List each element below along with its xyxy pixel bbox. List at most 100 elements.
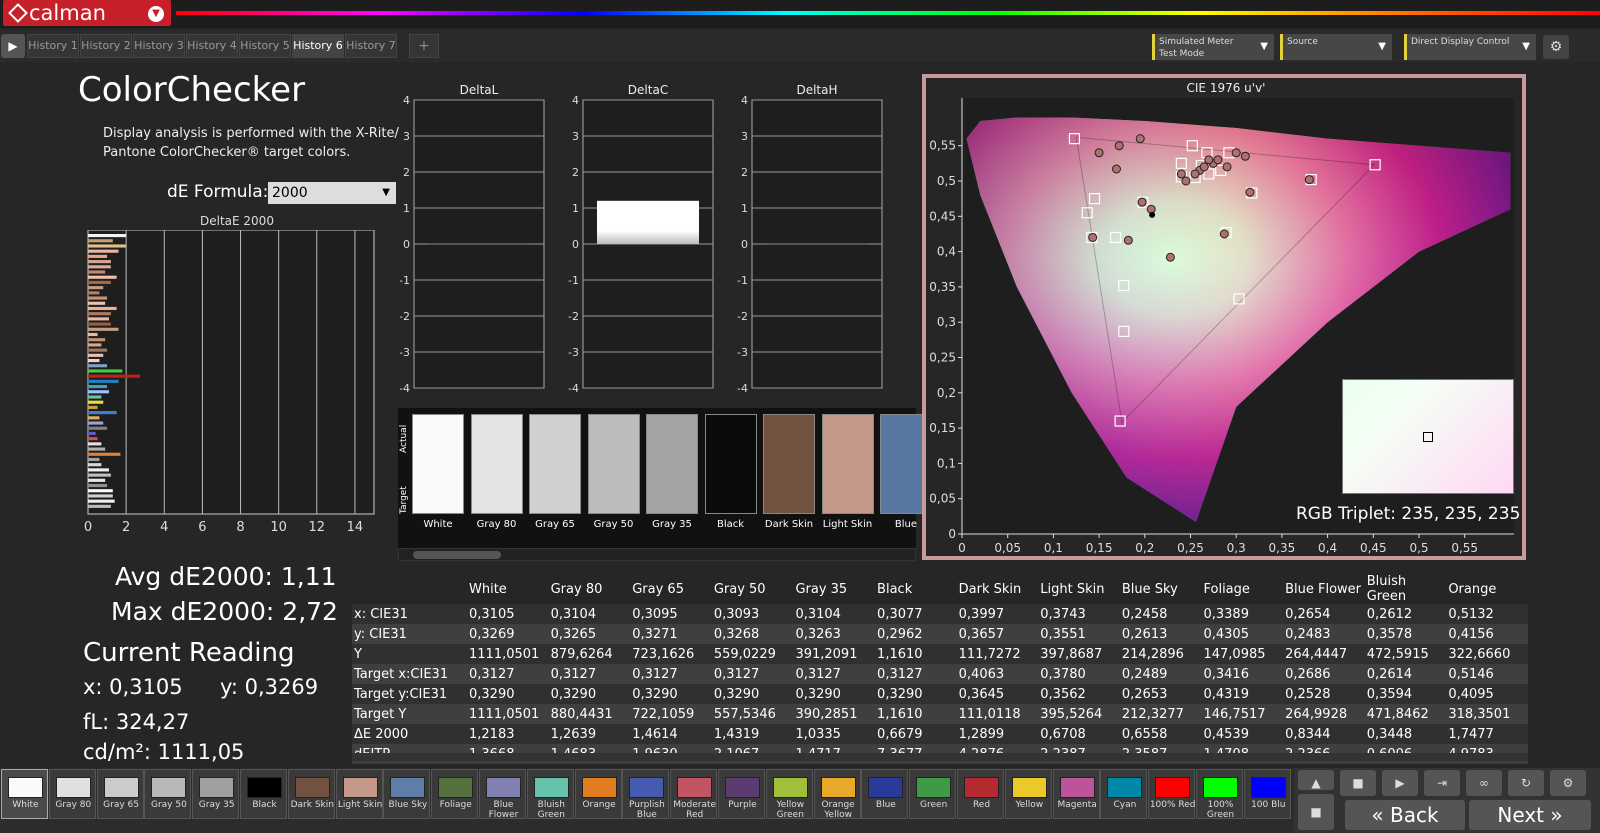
patch-button-bluish-green[interactable]: Bluish Green xyxy=(526,769,574,820)
play-icon[interactable]: ▶ xyxy=(1,34,25,58)
table-cell: 1,2183 xyxy=(467,724,549,744)
loop-icon[interactable]: ∞ xyxy=(1466,770,1502,796)
table-cell: 0,2686 xyxy=(1283,664,1365,684)
table-cell: 0,3416 xyxy=(1201,664,1284,684)
delta-y-tick: 0 xyxy=(741,238,748,251)
patch-button-gray-35[interactable]: Gray 35 xyxy=(192,769,240,819)
de-x-tick: 12 xyxy=(309,520,326,535)
settings-icon[interactable]: ⚙ xyxy=(1550,770,1586,796)
patch-button-foliage[interactable]: Foliage xyxy=(431,769,479,819)
patch-button-100-blu[interactable]: 100 Blu xyxy=(1243,769,1291,819)
patch-button-white[interactable]: White xyxy=(1,769,48,819)
swatch-white[interactable]: White xyxy=(412,414,464,530)
patch-color xyxy=(1250,777,1286,798)
patch-button-orange-yellow[interactable]: Orange Yellow xyxy=(813,769,861,820)
swatch-black[interactable]: Black xyxy=(704,414,757,530)
swatch-gray-35[interactable]: Gray 35 xyxy=(646,414,698,530)
patch-color xyxy=(629,777,665,798)
patch-button-blue-sky[interactable]: Blue Sky xyxy=(383,769,431,819)
patch-button-gray-65[interactable]: Gray 65 xyxy=(96,769,144,819)
patch-button-red[interactable]: Red xyxy=(957,769,1004,819)
patch-color xyxy=(199,777,235,798)
meter-dropdown[interactable]: Simulated Meter Test Mode ▼ xyxy=(1152,34,1274,60)
table-scrollbar[interactable] xyxy=(352,753,1528,761)
history-tab-5[interactable]: History 5 xyxy=(239,34,291,58)
delta-y-tick: -2 xyxy=(400,310,410,323)
cie-measured-point xyxy=(1135,134,1145,144)
rgb-triplet: RGB Triplet: 235, 235, 235 xyxy=(1296,504,1521,524)
source-dropdown[interactable]: Source ▼ xyxy=(1280,34,1392,60)
patch-button-black[interactable]: Black xyxy=(240,769,287,819)
patch-button-blue-flower[interactable]: Blue Flower xyxy=(479,769,526,820)
swatch-light-skin[interactable]: Light Skin xyxy=(821,414,874,530)
swatch-gray-50[interactable]: Gray 50 xyxy=(587,414,640,530)
de-formula-label: dE Formula: xyxy=(167,182,269,202)
patch-button-cyan[interactable]: Cyan xyxy=(1100,769,1148,819)
refresh-icon[interactable]: ↻ xyxy=(1508,770,1544,796)
history-tab-6[interactable]: History 6 xyxy=(292,34,344,58)
patch-button-moderate-red[interactable]: Moderate Red xyxy=(670,769,718,820)
swatch-gray-80[interactable]: Gray 80 xyxy=(470,414,523,530)
patch-button-100-green[interactable]: 100% Green xyxy=(1196,769,1243,820)
patch-button-blue[interactable]: Blue xyxy=(861,769,909,819)
table-cell: 0,4319 xyxy=(1201,684,1284,704)
delta-y-tick: 1 xyxy=(572,202,579,215)
avg-de: Avg dE2000: 1,11 xyxy=(115,562,337,591)
table-row-label: y: CIE31 xyxy=(352,624,467,644)
history-tab-4[interactable]: History 4 xyxy=(186,34,238,58)
de-bar xyxy=(88,431,96,436)
next-button[interactable]: Next » xyxy=(1469,800,1591,830)
swatch-strip-scrollbar[interactable] xyxy=(398,548,916,561)
stop-icon[interactable]: ■ xyxy=(1340,770,1376,796)
history-tab-1[interactable]: History 1 xyxy=(27,34,79,58)
step-icon[interactable]: ⇥ xyxy=(1424,770,1460,796)
patch-button-100-red[interactable]: 100% Red xyxy=(1148,769,1196,819)
calman-logo[interactable]: calman ▼ xyxy=(3,0,171,26)
table-cell: 557,5346 xyxy=(711,704,794,724)
stop-square-icon[interactable]: ■ xyxy=(1298,794,1334,830)
patch-button-gray-80[interactable]: Gray 80 xyxy=(48,769,96,819)
history-tab-3[interactable]: History 3 xyxy=(133,34,185,58)
delta-y-tick: 2 xyxy=(572,166,579,179)
patch-button-purplish-blue[interactable]: Purplish Blue xyxy=(622,769,670,820)
patch-color xyxy=(486,777,521,798)
add-tab-button[interactable]: + xyxy=(409,34,439,58)
patch-button-magenta[interactable]: Magenta xyxy=(1052,769,1100,819)
patch-label: 100% Red xyxy=(1149,800,1196,810)
patch-label: Cyan xyxy=(1113,800,1137,810)
de-bar xyxy=(88,260,111,264)
swatch-gray-65[interactable]: Gray 65 xyxy=(529,414,581,530)
patch-label: Gray 80 xyxy=(55,800,92,810)
patch-button-light-skin[interactable]: Light Skin xyxy=(335,769,383,819)
delta-y-tick: 4 xyxy=(741,94,748,107)
cie-measured-point xyxy=(1304,175,1314,185)
gear-icon[interactable]: ⚙ xyxy=(1543,35,1569,59)
swatch-dark-skin[interactable]: Dark Skin xyxy=(763,414,815,530)
patch-button-yellow-green[interactable]: Yellow Green xyxy=(765,769,813,820)
play-icon[interactable]: ▶ xyxy=(1382,770,1418,796)
delta-y-tick: 0 xyxy=(403,238,410,251)
patch-button-orange[interactable]: Orange xyxy=(574,769,622,819)
history-tab-7[interactable]: History 7 xyxy=(345,34,397,58)
cie-y-tick: 0,45 xyxy=(929,209,956,223)
patch-button-green[interactable]: Green xyxy=(909,769,957,819)
patch-button-dark-skin[interactable]: Dark Skin xyxy=(287,769,335,819)
de-bar xyxy=(88,390,109,394)
back-button[interactable]: « Back xyxy=(1345,800,1465,830)
patch-label: Magenta xyxy=(1057,800,1097,810)
de-formula-select[interactable]: 2000 ▼ xyxy=(268,182,396,204)
history-tab-2[interactable]: History 2 xyxy=(80,34,132,58)
patch-button-gray-50[interactable]: Gray 50 xyxy=(144,769,192,819)
current-cdm2: cd/m²: 1111,05 xyxy=(83,740,245,764)
up-arrow-icon[interactable]: ▲ xyxy=(1298,770,1334,790)
display-control-dropdown[interactable]: Direct Display Control ▼ xyxy=(1404,34,1536,60)
chevron-down-icon[interactable]: ▼ xyxy=(148,6,164,22)
scroll-thumb[interactable] xyxy=(413,551,501,559)
delta-y-tick: 1 xyxy=(741,202,748,215)
table-cell: 111,7272 xyxy=(956,644,1039,664)
table-cell: 0,3095 xyxy=(630,604,712,624)
de-bar-chart: 0 2 4 6 8 10 12 14 xyxy=(84,230,375,535)
patch-button-yellow[interactable]: Yellow xyxy=(1004,769,1052,819)
app-name: calman xyxy=(29,1,106,25)
patch-button-purple[interactable]: Purple xyxy=(718,769,765,819)
